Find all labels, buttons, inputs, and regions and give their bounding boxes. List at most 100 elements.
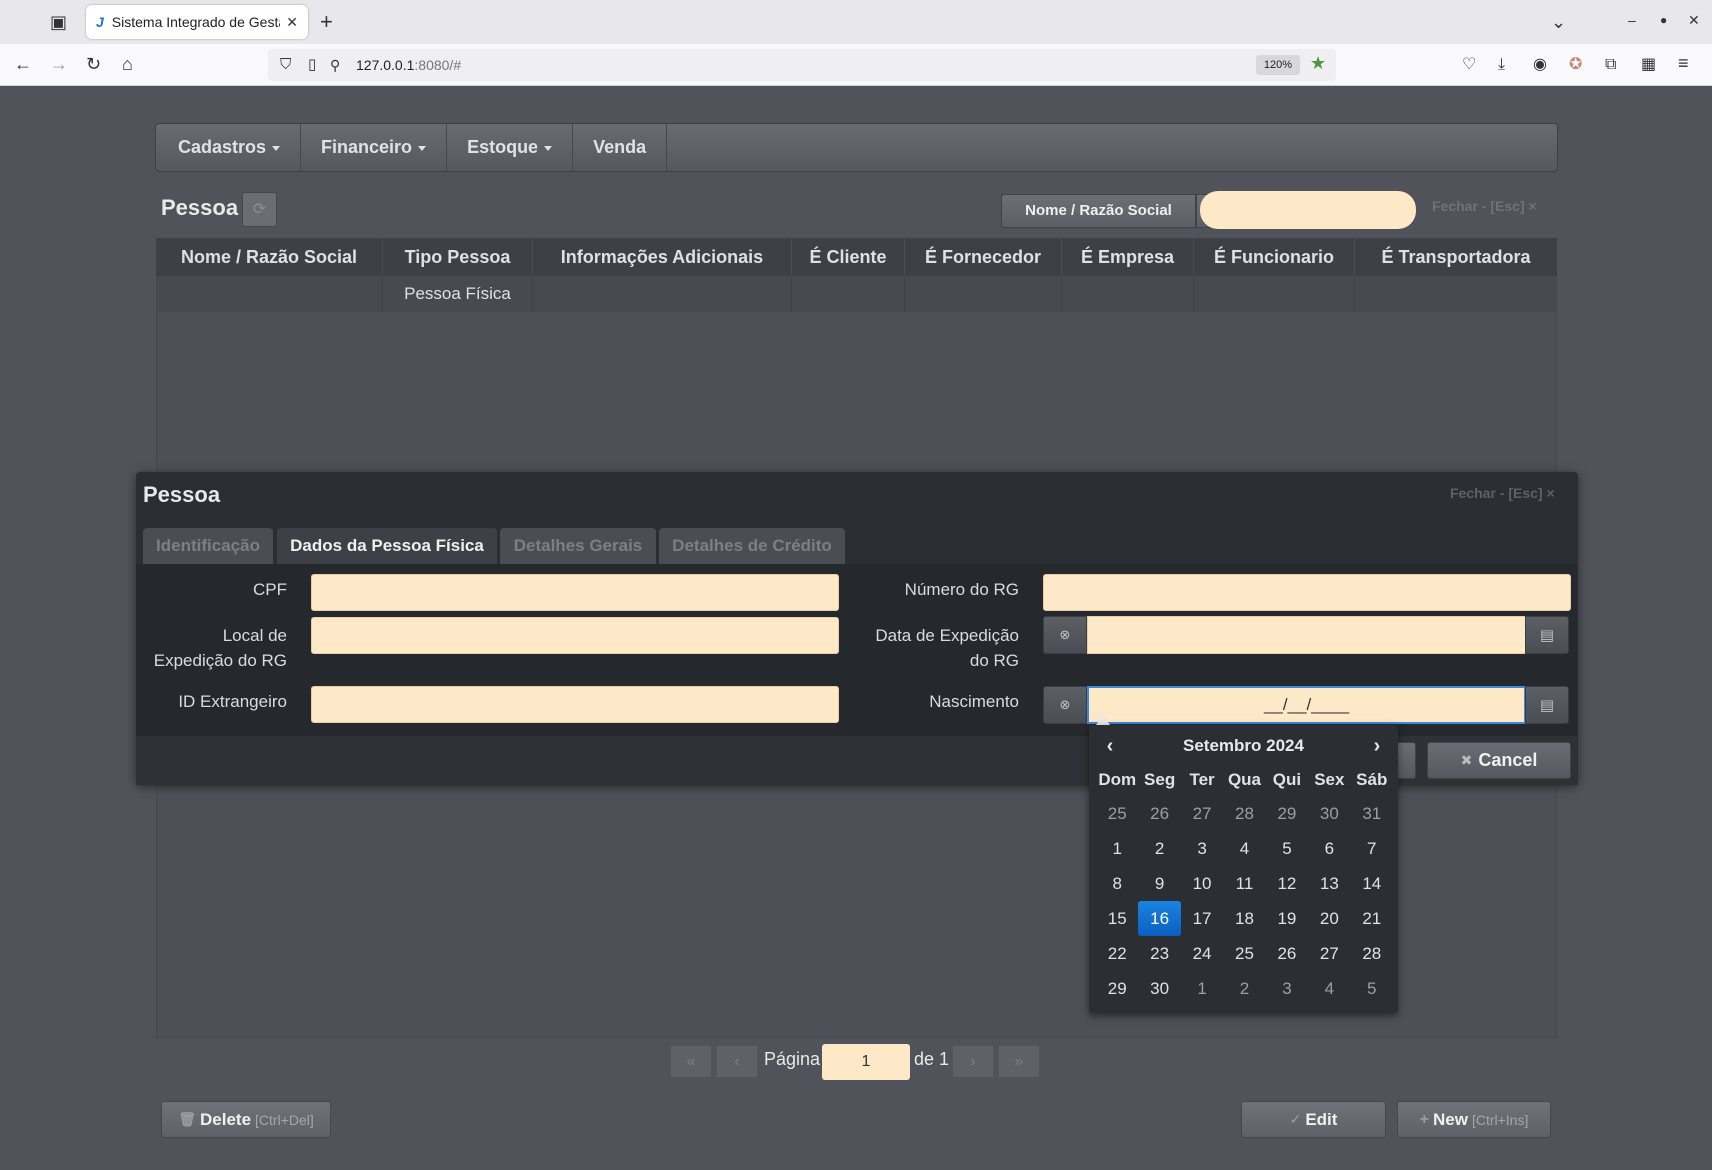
search-input[interactable] [1200, 191, 1416, 229]
tab-dados-pessoa-fisica[interactable]: Dados da Pessoa Física [277, 528, 497, 564]
search-field-select[interactable]: Nome / Razão Social [1001, 194, 1196, 228]
prev-month-button[interactable]: ‹ [1089, 735, 1131, 758]
forward-icon[interactable]: → [50, 54, 68, 74]
first-page-button[interactable]: « [670, 1045, 712, 1078]
col-header-info[interactable]: Informações Adicionais [533, 238, 792, 276]
foreign-id-input[interactable] [311, 686, 839, 723]
day-cell[interactable]: 27 [1181, 796, 1223, 831]
day-cell[interactable]: 4 [1308, 971, 1350, 1006]
delete-button[interactable]: 🗑 Delete [Ctrl+Del] [161, 1101, 331, 1138]
day-cell[interactable]: 22 [1096, 936, 1138, 971]
menu-cadastros[interactable]: Cadastros [158, 124, 302, 171]
close-window-icon[interactable]: ✕ [1688, 10, 1700, 30]
refresh-button[interactable]: ⟳ [242, 192, 277, 227]
day-cell[interactable]: 4 [1223, 831, 1265, 866]
day-cell[interactable]: 11 [1223, 866, 1265, 901]
tab-overview-icon[interactable]: ▣ [50, 12, 67, 32]
day-cell[interactable]: 29 [1266, 796, 1308, 831]
dialog-close-link[interactable]: Fechar - [Esc] × [1450, 485, 1555, 501]
day-cell[interactable]: 19 [1266, 901, 1308, 936]
home-icon[interactable]: ⌂ [122, 54, 133, 74]
tab-detalhes-gerais[interactable]: Detalhes Gerais [500, 528, 656, 564]
back-icon[interactable]: ← [14, 54, 32, 74]
pocket-icon[interactable]: ♡ [1462, 55, 1476, 75]
day-cell[interactable]: 13 [1308, 866, 1350, 901]
rg-place-input[interactable] [311, 617, 839, 654]
birth-input[interactable]: __/__/____ [1087, 686, 1526, 724]
birth-clear-button[interactable]: ⊗ [1043, 686, 1087, 724]
cancel-button[interactable]: ✖ Cancel [1427, 742, 1571, 779]
day-cell[interactable]: 1 [1181, 971, 1223, 1006]
download-icon[interactable]: ⤓ [1498, 55, 1505, 75]
day-cell[interactable]: 7 [1351, 831, 1393, 866]
col-header-fornecedor[interactable]: É Fornecedor [905, 238, 1062, 276]
birth-calendar-button[interactable]: ▤ [1525, 686, 1569, 724]
day-cell[interactable]: 5 [1351, 971, 1393, 1006]
new-button[interactable]: + New [Ctrl+Ins] [1397, 1101, 1551, 1138]
zoom-level[interactable]: 120% [1256, 55, 1300, 75]
menu-estoque[interactable]: Estoque [447, 124, 574, 171]
day-cell[interactable]: 21 [1351, 901, 1393, 936]
day-cell[interactable]: 2 [1223, 971, 1265, 1006]
day-cell[interactable]: 2 [1138, 831, 1180, 866]
day-cell[interactable]: 3 [1266, 971, 1308, 1006]
day-cell[interactable]: 27 [1308, 936, 1350, 971]
rg-date-clear-button[interactable]: ⊗ [1043, 616, 1087, 654]
col-header-nome[interactable]: Nome / Razão Social [156, 238, 383, 276]
selenium-icon[interactable]: ▦ [1641, 55, 1656, 75]
tab-detalhes-credito[interactable]: Detalhes de Crédito [659, 528, 845, 564]
day-cell[interactable]: 25 [1096, 796, 1138, 831]
day-cell[interactable]: 26 [1266, 936, 1308, 971]
day-cell[interactable]: 1 [1096, 831, 1138, 866]
day-cell[interactable]: 31 [1351, 796, 1393, 831]
url-bar[interactable]: ⛉ ▯ ⚲ 127.0.0.1:8080/# [268, 49, 1336, 81]
cpf-input[interactable] [311, 574, 839, 611]
day-cell[interactable]: 24 [1181, 936, 1223, 971]
day-cell[interactable]: 12 [1266, 866, 1308, 901]
day-cell[interactable]: 29 [1096, 971, 1138, 1006]
day-cell[interactable]: 6 [1308, 831, 1350, 866]
day-cell-selected[interactable]: 16 [1138, 901, 1181, 936]
menu-icon[interactable]: ≡ [1678, 53, 1689, 73]
col-header-empresa[interactable]: É Empresa [1062, 238, 1194, 276]
close-search-link[interactable]: Fechar - [Esc] × [1432, 198, 1537, 214]
extensions-puzzle-icon[interactable]: ⧉ [1605, 55, 1616, 75]
next-month-button[interactable]: › [1356, 735, 1398, 758]
day-cell[interactable]: 26 [1138, 796, 1180, 831]
next-page-button[interactable]: › [952, 1045, 994, 1078]
month-label[interactable]: Setembro 2024 [1131, 736, 1356, 756]
day-cell[interactable]: 5 [1266, 831, 1308, 866]
day-cell[interactable]: 9 [1138, 866, 1180, 901]
browser-tab[interactable]: J Sistema Integrado de Gestã ✕ [86, 5, 308, 39]
minimize-icon[interactable]: – [1628, 10, 1636, 30]
maximize-icon[interactable]: ● [1660, 10, 1667, 30]
tab-identificacao[interactable]: Identificação [143, 528, 273, 564]
day-cell[interactable]: 28 [1223, 796, 1265, 831]
prev-page-button[interactable]: ‹ [716, 1045, 758, 1078]
col-header-funcionario[interactable]: É Funcionario [1194, 238, 1355, 276]
reload-icon[interactable]: ↻ [86, 54, 101, 74]
day-cell[interactable]: 30 [1308, 796, 1350, 831]
bookmark-star-icon[interactable]: ★ [1310, 53, 1326, 73]
day-cell[interactable]: 30 [1138, 971, 1180, 1006]
day-cell[interactable]: 15 [1096, 901, 1138, 936]
account-icon[interactable]: ◉ [1533, 55, 1547, 75]
col-header-transportadora[interactable]: É Transportadora [1355, 238, 1557, 276]
page-input[interactable]: 1 [822, 1044, 910, 1080]
menu-venda[interactable]: Venda [573, 124, 668, 171]
new-tab-icon[interactable]: + [320, 11, 333, 33]
rg-number-input[interactable] [1043, 574, 1571, 611]
rg-date-calendar-button[interactable]: ▤ [1525, 616, 1569, 654]
menu-financeiro[interactable]: Financeiro [301, 124, 448, 171]
day-cell[interactable]: 10 [1181, 866, 1223, 901]
day-cell[interactable]: 17 [1181, 901, 1223, 936]
close-tab-icon[interactable]: ✕ [286, 14, 298, 31]
day-cell[interactable]: 8 [1096, 866, 1138, 901]
last-page-button[interactable]: » [998, 1045, 1040, 1078]
day-cell[interactable]: 18 [1223, 901, 1265, 936]
tab-list-icon[interactable]: ⌄ [1551, 12, 1566, 32]
rg-date-input[interactable] [1087, 616, 1526, 654]
col-header-cliente[interactable]: É Cliente [792, 238, 905, 276]
col-header-tipo[interactable]: Tipo Pessoa [383, 238, 533, 276]
day-cell[interactable]: 3 [1181, 831, 1223, 866]
